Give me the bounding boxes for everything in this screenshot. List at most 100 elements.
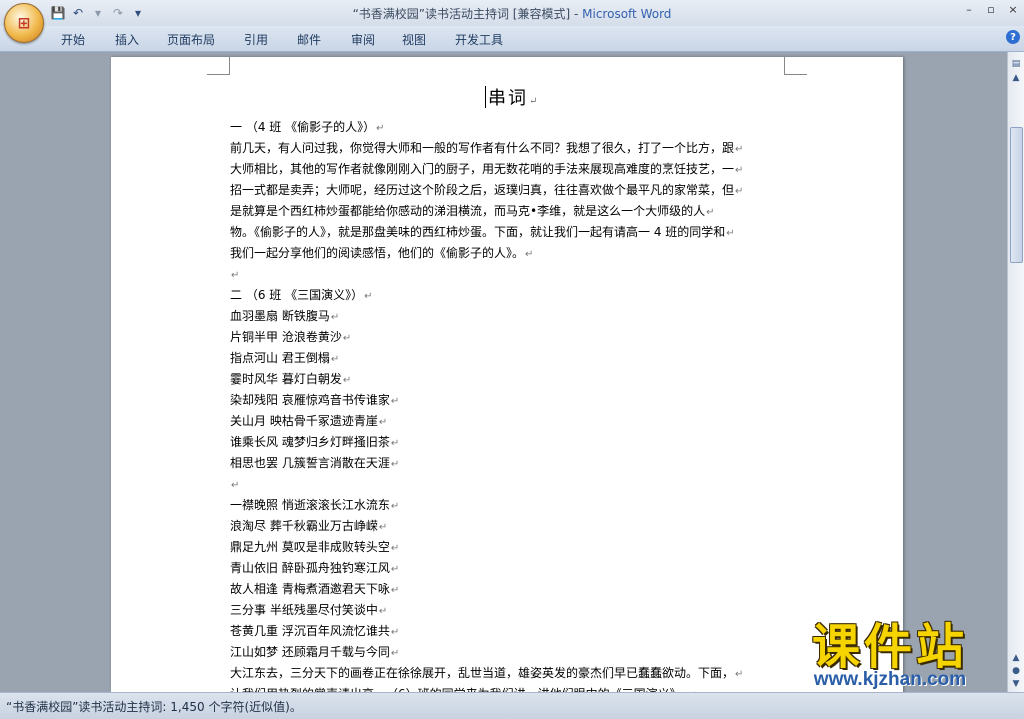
paragraph-mark: ↵ [735, 186, 744, 197]
document-line: 血羽墨扇 断铁腹马↵ [230, 306, 785, 327]
paragraph-mark: ↵ [735, 669, 744, 680]
document-line: 招一式都是卖弄；大师呢，经历过这个阶段之后，返璞归真，往往喜欢做个最平凡的家常菜… [230, 180, 785, 201]
document-line: 青山依旧 醉卧孤舟独钓寒江风↵ [230, 558, 785, 579]
document-line: 前几天，有人问过我，你觉得大师和一般的写作者有什么不同？我想了很久，打了一个比方… [230, 138, 785, 159]
document-line: 染却残阳 哀雁惊鸡音书传谁家↵ [230, 390, 785, 411]
document-line: 我们一起分享他们的阅读感悟，他们的《偷影子的人》。↵ [230, 243, 785, 264]
tab-developer[interactable]: 开发工具 [455, 31, 503, 48]
paragraph-mark: ↵ [390, 585, 400, 596]
line-text: 大师相比，其他的写作者就像刚刚入门的厨子，用无数花哨的手法来展现高难度的烹饪技艺… [230, 162, 735, 176]
tab-home[interactable]: 开始 [61, 31, 85, 48]
paragraph-mark: ↵ [529, 96, 540, 107]
restore-button[interactable]: ▫ [980, 0, 1002, 18]
document-line: 物。《偷影子的人》，就是那盘美味的西红柿炒蛋。下面，就让我们一起有请高一 4 班… [230, 222, 785, 243]
line-text: 故人相逢 青梅煮酒邀君天下咏 [230, 582, 390, 596]
line-text: 一襟晚照 悄逝滚滚长江水流东 [230, 498, 390, 512]
document-line: 片铜半甲 沧浪卷黄沙↵ [230, 327, 785, 348]
paragraph-mark: ↵ [390, 648, 400, 659]
document-line: 浪淘尽 葬千秋霸业万古峥嵘↵ [230, 516, 785, 537]
line-text: 谁乘长风 魂梦归乡灯畔搔旧茶 [230, 435, 390, 449]
line-text: 苍黄几重 浮沉百年风流忆谁共 [230, 624, 390, 638]
previous-page-icon[interactable]: ▲ [1010, 652, 1022, 664]
paragraph-mark: ↵ [342, 375, 352, 386]
next-page-icon[interactable]: ▼ [1010, 678, 1022, 690]
paragraph-mark: ↵ [378, 417, 388, 428]
tab-review[interactable]: 审阅 [351, 31, 375, 48]
line-text: 鼎足九州 莫叹是非成败转头空 [230, 540, 390, 554]
document-line: 一襟晚照 悄逝滚滚长江水流东↵ [230, 495, 785, 516]
paragraph-mark: ↵ [376, 123, 385, 134]
document-line: 霎时风华 暮灯白朝发↵ [230, 369, 785, 390]
line-text: 一 （4 班 《偷影子的人》） [230, 120, 376, 134]
title-bar: 💾 ↶ ▾ ↷ ▾ “书香满校园”读书活动主持词 [兼容模式] - Micros… [0, 0, 1024, 26]
line-text: 青山依旧 醉卧孤舟独钓寒江风 [230, 561, 390, 575]
line-text: 三分事 半纸残墨尽付笑谈中 [230, 603, 378, 617]
document-line: 相思也罢 几簇誓言消散在天涯↵ [230, 453, 785, 474]
paragraph-mark: ↵ [726, 228, 735, 239]
document-line: 大师相比，其他的写作者就像刚刚入门的厨子，用无数花哨的手法来展现高难度的烹饪技艺… [230, 159, 785, 180]
paragraph-mark: ↵ [390, 543, 400, 554]
scroll-up-icon[interactable]: ▲ [1010, 72, 1022, 84]
document-page[interactable]: 串词↵ 一 （4 班 《偷影子的人》）↵ 前几天，有人问过我，你觉得大师和一般的写… [111, 57, 903, 692]
line-text: 浪淘尽 葬千秋霸业万古峥嵘 [230, 519, 378, 533]
document-line: 大江东去，三分天下的画卷正在徐徐展开，乱世当道，雄姿英发的豪杰们早已蠢蠢欲动。下… [230, 663, 785, 684]
watermark-logo: 课件站 www.kjzhan.com [775, 619, 1005, 691]
document-line: 苍黄几重 浮沉百年风流忆谁共↵ [230, 621, 785, 642]
document-area: 串词↵ 一 （4 班 《偷影子的人》）↵ 前几天，有人问过我，你觉得大师和一般的写… [0, 52, 1008, 692]
tab-view[interactable]: 视图 [402, 31, 426, 48]
document-line: 关山月 映枯骨千冢遗迹青崖↵ [230, 411, 785, 432]
document-title: 串词↵ [485, 84, 539, 110]
ruler-toggle-icon[interactable]: ▤ [1010, 58, 1022, 70]
paragraph-mark: ↵ [231, 270, 240, 281]
line-text: 关山月 映枯骨千冢遗迹青崖 [230, 414, 378, 428]
line-text: 染却残阳 哀雁惊鸡音书传谁家 [230, 393, 390, 407]
line-text: 物。《偷影子的人》，就是那盘美味的西红柿炒蛋。下面，就让我们一起有请高一 4 班… [230, 225, 726, 239]
paragraph-mark: ↵ [378, 606, 388, 617]
minimize-button[interactable]: – [958, 0, 980, 18]
document-line: 让我们用热烈的掌声请出高一（6）班的同学来为我们讲一讲他们眼中的《三国演义》。↵ [230, 684, 785, 692]
document-name: “书香满校园”读书活动主持词 [兼容模式] - [352, 7, 583, 21]
watermark-url: www.kjzhan.com [813, 669, 967, 690]
paragraph-mark: ↵ [735, 144, 744, 155]
paragraph-mark: ↵ [390, 396, 400, 407]
paragraph-mark: ↵ [390, 438, 400, 449]
line-text: 血羽墨扇 断铁腹马 [230, 309, 330, 323]
document-body[interactable]: 一 （4 班 《偷影子的人》）↵ 前几天，有人问过我，你觉得大师和一般的写作者有什… [230, 117, 785, 692]
ribbon-tab-bar: 开始 插入 页面布局 引用 邮件 审阅 视图 开发工具 ? [0, 26, 1024, 52]
vertical-scrollbar[interactable]: ▤ ▲ ▲ ● ▼ [1007, 52, 1024, 692]
document-line: 鼎足九州 莫叹是非成败转头空↵ [230, 537, 785, 558]
tab-page-layout[interactable]: 页面布局 [167, 31, 215, 48]
select-browse-object-icon[interactable]: ● [1010, 665, 1022, 677]
paragraph-mark: ↵ [390, 627, 400, 638]
margin-corner-mark [784, 57, 807, 75]
line-text: 前几天，有人问过我，你觉得大师和一般的写作者有什么不同？我想了很久，打了一个比方… [230, 141, 735, 155]
paragraph-mark: ↵ [330, 312, 340, 323]
line-text: 二 （6 班 《三国演义》） [230, 288, 364, 302]
window-title: “书香满校园”读书活动主持词 [兼容模式] - Microsoft Word [0, 5, 1024, 22]
window-controls: – ▫ × [958, 0, 1024, 20]
scrollbar-thumb[interactable] [1010, 127, 1023, 263]
line-text: 招一式都是卖弄；大师呢，经历过这个阶段之后，返璞归真，往往喜欢做个最平凡的家常菜… [230, 183, 735, 197]
tab-references[interactable]: 引用 [244, 31, 268, 48]
status-bar: “书香满校园”读书活动主持词: 1,450 个字符(近似值)。 [0, 692, 1024, 719]
paragraph-mark: ↵ [330, 354, 340, 365]
document-line: 故人相逢 青梅煮酒邀君天下咏↵ [230, 579, 785, 600]
text-cursor [485, 86, 486, 108]
paragraph-mark: ↵ [364, 291, 373, 302]
line-text: 片铜半甲 沧浪卷黄沙 [230, 330, 342, 344]
line-text: 霎时风华 暮灯白朝发 [230, 372, 342, 386]
document-line: 三分事 半纸残墨尽付笑谈中↵ [230, 600, 785, 621]
help-icon[interactable]: ? [1006, 30, 1020, 44]
paragraph-mark: ↵ [390, 564, 400, 575]
document-line: 指点河山 君王倒榻↵ [230, 348, 785, 369]
tab-insert[interactable]: 插入 [115, 31, 139, 48]
line-text: 大江东去，三分天下的画卷正在徐徐展开，乱世当道，雄姿英发的豪杰们早已蠢蠢欲动。下… [230, 666, 735, 680]
document-line: 谁乘长风 魂梦归乡灯畔搔旧茶↵ [230, 432, 785, 453]
paragraph-mark: ↵ [525, 249, 534, 260]
tab-mailings[interactable]: 邮件 [297, 31, 321, 48]
office-button[interactable]: ⊞ [4, 3, 44, 43]
line-text: 江山如梦 还顾霜月千载与今同 [230, 645, 390, 659]
document-line: 是就算是个西红柿炒蛋都能给你感动的涕泪横流，而马克•李维，就是这么一个大师级的人… [230, 201, 785, 222]
close-button[interactable]: × [1002, 0, 1024, 18]
app-name: Microsoft Word [582, 7, 672, 21]
